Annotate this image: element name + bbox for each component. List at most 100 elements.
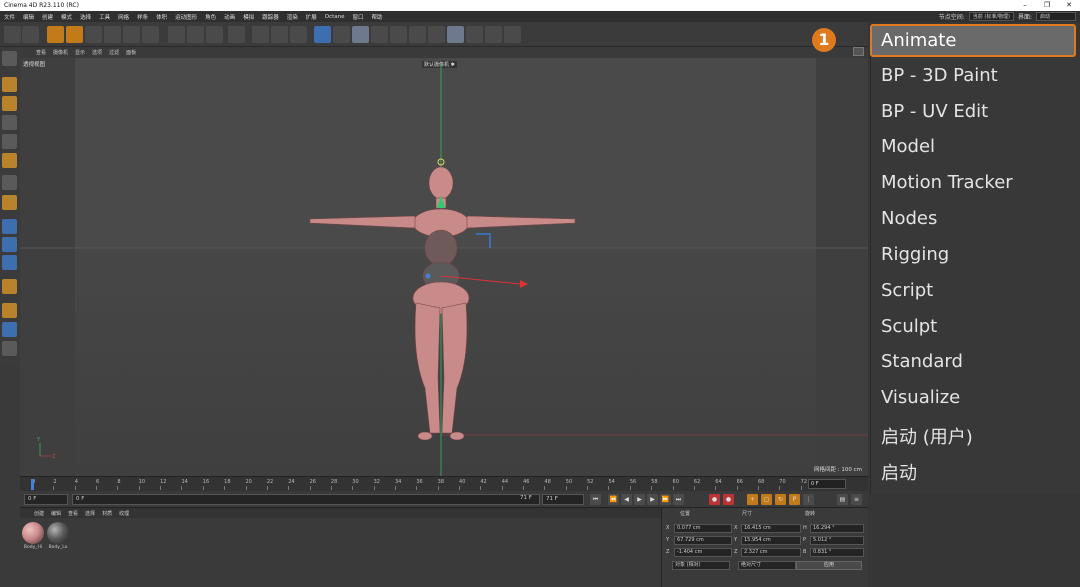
timeline-ruler[interactable]: 0246810121416182022242628303234363840424… [30, 479, 820, 490]
coords-size-x-field[interactable]: 16.415 cm [741, 524, 801, 533]
z-axis-icon[interactable] [206, 26, 223, 43]
scheme-icon[interactable]: ≡ [851, 494, 862, 505]
timeline-window-icon[interactable]: ▤ [837, 494, 848, 505]
x-axis-icon[interactable] [168, 26, 185, 43]
coords-pos-z-field[interactable]: -1.404 cm [674, 548, 732, 557]
layout-item-nodes[interactable]: Nodes [881, 208, 937, 229]
snap-icon[interactable] [2, 219, 17, 234]
menu-select[interactable]: 选择 [80, 13, 91, 21]
menu-mode[interactable]: 模式 [61, 13, 72, 21]
material-menu-view[interactable]: 查看 [68, 510, 78, 517]
material-menu-material[interactable]: 材质 [102, 510, 112, 517]
menu-extensions[interactable]: 扩展 [306, 13, 317, 21]
environment-icon[interactable] [447, 26, 464, 43]
layout-item-bp-uv-edit[interactable]: BP - UV Edit [881, 101, 988, 122]
material-menu-select[interactable]: 选择 [85, 510, 95, 517]
layout-item-rigging[interactable]: Rigging [881, 244, 949, 265]
layout-item-startup[interactable]: 启动 [881, 459, 917, 485]
menu-help[interactable]: 帮助 [372, 13, 383, 21]
layout-item-script[interactable]: Script [881, 280, 933, 301]
coords-size-z-field[interactable]: 2.327 cm [741, 548, 801, 557]
polygons-mode-icon[interactable] [2, 153, 17, 168]
key-scale-icon[interactable]: ▢ [761, 494, 772, 505]
add-icon[interactable] [142, 26, 159, 43]
menu-render[interactable]: 渲染 [287, 13, 298, 21]
menu-mograph[interactable]: 运动图形 [175, 13, 197, 21]
goto-end-icon[interactable]: ⏭ [673, 494, 684, 505]
viewport-menu-panel[interactable]: 面板 [126, 49, 136, 56]
viewport-menu-options[interactable]: 选项 [92, 49, 102, 56]
menu-create[interactable]: 创建 [42, 13, 53, 21]
axis-mode-icon[interactable] [2, 195, 17, 210]
subdivision-icon[interactable] [352, 26, 369, 43]
node-space-select[interactable]: 当前 (标准/物理) [968, 12, 1014, 21]
points-mode-icon[interactable] [2, 115, 17, 130]
layout-select[interactable]: 启动 [1036, 12, 1076, 21]
menu-file[interactable]: 文件 [4, 13, 15, 21]
y-axis-icon[interactable] [187, 26, 204, 43]
menu-tracker[interactable]: 跟踪器 [262, 13, 279, 21]
timeline[interactable]: 0246810121416182022242628303234363840424… [20, 476, 868, 491]
coords-size-y-field[interactable]: 15.954 cm [741, 536, 801, 545]
menu-animate[interactable]: 动画 [224, 13, 235, 21]
viewport-menu-display[interactable]: 显示 [75, 49, 85, 56]
key-rotation-icon[interactable]: ↻ [775, 494, 786, 505]
menu-character[interactable]: 角色 [205, 13, 216, 21]
floor-icon[interactable] [466, 26, 483, 43]
light-icon[interactable] [504, 26, 521, 43]
move-icon[interactable] [66, 26, 83, 43]
layout-item-standard[interactable]: Standard [881, 351, 963, 372]
material-menu-create[interactable]: 创建 [34, 510, 44, 517]
layout-item-startup-user[interactable]: 启动 (用户) [881, 423, 973, 449]
menu-window[interactable]: 窗口 [353, 13, 364, 21]
timeline-current-frame[interactable]: 0 F [808, 479, 846, 489]
cube-icon[interactable] [314, 26, 331, 43]
layout-item-motion-tracker[interactable]: Motion Tracker [881, 172, 1013, 193]
quantize-icon[interactable] [2, 322, 17, 337]
layout-item-model[interactable]: Model [881, 136, 935, 157]
next-frame-icon[interactable]: ▶ [647, 494, 658, 505]
layout-item-animate[interactable]: Animate [881, 30, 956, 51]
coords-size-mode-select[interactable]: 绝对尺寸 [738, 561, 796, 570]
coords-rot-p-field[interactable]: 5.012 ° [810, 536, 864, 545]
rotate-icon[interactable] [104, 26, 121, 43]
material-menu-edit[interactable]: 编辑 [51, 510, 61, 517]
coords-pos-x-field[interactable]: 0.077 cm [674, 524, 732, 533]
perspective-viewport[interactable]: 透视视图 默认摄像机 ✱ Y Z 网格间距: 100 cm [20, 58, 868, 476]
render-settings-icon[interactable] [290, 26, 307, 43]
goto-start-icon[interactable]: ⏮ [590, 494, 601, 505]
render-picture-viewer-icon[interactable] [271, 26, 288, 43]
start-frame-field[interactable]: 0 F [24, 494, 68, 505]
timeline-playhead[interactable] [31, 479, 34, 490]
layout-item-sculpt[interactable]: Sculpt [881, 316, 937, 337]
camera-icon[interactable] [485, 26, 502, 43]
panel-handle-icon[interactable] [853, 47, 864, 56]
end-frame-field[interactable]: 71 F [542, 494, 584, 505]
undo-icon[interactable] [4, 26, 21, 43]
menu-mesh[interactable]: 网格 [118, 13, 129, 21]
render-view-icon[interactable] [252, 26, 269, 43]
field-icon[interactable] [409, 26, 426, 43]
material-item[interactable]: Body_Lo [47, 522, 69, 550]
material-menu-texture[interactable]: 纹理 [119, 510, 129, 517]
layout-item-visualize[interactable]: Visualize [881, 387, 960, 408]
menu-octane[interactable]: Octane [325, 14, 345, 20]
maximize-button[interactable]: ❐ [1036, 0, 1058, 11]
viewport-menu-cameras[interactable]: 摄像机 [53, 49, 68, 56]
key-parameter-icon[interactable]: P [789, 494, 800, 505]
menu-tools[interactable]: 工具 [99, 13, 110, 21]
prev-frame-icon[interactable]: ◀ [621, 494, 632, 505]
live-select-icon[interactable] [47, 26, 64, 43]
record-keys-icon[interactable]: ● [709, 494, 720, 505]
coords-rot-b-field[interactable]: 0.831 ° [810, 548, 864, 557]
coordinate-system-icon[interactable] [228, 26, 245, 43]
apply-button[interactable]: 应用 [796, 561, 862, 570]
autokey-icon[interactable]: ● [723, 494, 734, 505]
deformer-icon[interactable] [428, 26, 445, 43]
coords-rot-h-field[interactable]: 16.294 ° [810, 524, 864, 533]
minimize-button[interactable]: – [1014, 0, 1036, 11]
guides-icon[interactable] [2, 341, 17, 356]
menu-simulate[interactable]: 模拟 [243, 13, 254, 21]
layout-item-bp-3d-paint[interactable]: BP - 3D Paint [881, 65, 998, 86]
menu-edit[interactable]: 编辑 [23, 13, 34, 21]
